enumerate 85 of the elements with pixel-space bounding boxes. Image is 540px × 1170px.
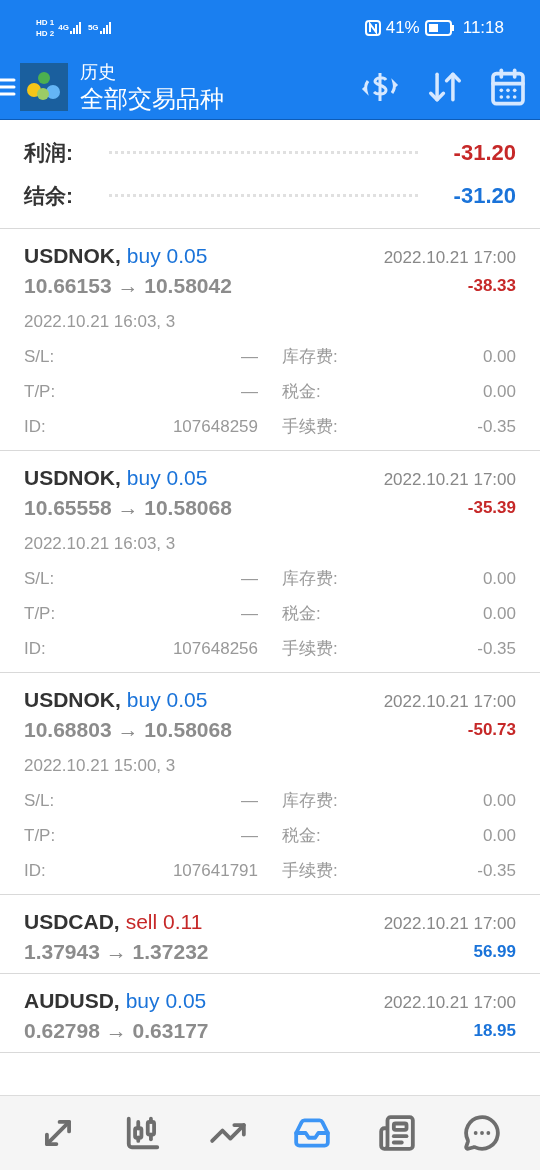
detail-value: 107648259 — [172, 415, 258, 438]
chat-tab-icon[interactable] — [462, 1114, 501, 1152]
detail-label: T/P: — [24, 602, 56, 625]
trade-volume: buy 0.05 — [126, 687, 208, 713]
sim-label: HD 1 — [36, 17, 55, 27]
detail-value: — — [241, 567, 258, 590]
detail-label: T/P: — [24, 380, 56, 403]
detail-label: 手续费: — [282, 637, 338, 660]
detail-label: 手续费: — [282, 859, 338, 882]
detail-value: 0.00 — [482, 602, 516, 625]
symbol: USDNOK, — [24, 465, 121, 491]
detail-label: S/L: — [24, 789, 55, 812]
symbol: USDNOK, — [24, 243, 121, 269]
sim-label: HD 2 — [36, 28, 55, 38]
detail-value: -0.35 — [477, 637, 516, 660]
network-label: 4G — [58, 21, 69, 34]
detail-value: 107641791 — [172, 859, 258, 882]
detail-label: S/L: — [24, 345, 55, 368]
detail-label: 库存费: — [282, 789, 338, 812]
detail-value: -0.35 — [477, 859, 516, 882]
screen-subtitle: 全部交易品种 — [80, 84, 225, 114]
profit-value: -38.33 — [467, 275, 516, 297]
signal-icon — [69, 21, 84, 34]
close-time: 2022.10.21 17:00 — [383, 469, 516, 491]
detail-label: 手续费: — [282, 415, 338, 438]
summary-value: -31.20 — [453, 182, 516, 210]
battery-icon — [424, 19, 455, 36]
summary-label: 结余: — [24, 182, 73, 209]
signal-icon — [99, 21, 114, 34]
detail-value: 0.00 — [482, 345, 516, 368]
close-time: 2022.10.21 17:00 — [383, 913, 516, 935]
battery-percent: 41% — [385, 16, 420, 39]
detail-value: -0.35 — [477, 415, 516, 438]
detail-label: 税金: — [282, 824, 321, 847]
trade-volume: buy 0.05 — [125, 988, 207, 1014]
quotes-tab-icon[interactable] — [124, 1114, 162, 1152]
trade-volume: buy 0.05 — [126, 243, 208, 269]
detail-label: ID: — [24, 415, 46, 438]
profit-value: 56.99 — [473, 941, 516, 963]
close-time: 2022.10.21 17:00 — [383, 992, 516, 1014]
summary-label: 利润: — [24, 139, 73, 166]
detail-value: 0.00 — [482, 380, 516, 403]
price-range: 1.37943 → 1.37232 — [24, 939, 209, 965]
close-time: 2022.10.21 17:00 — [383, 247, 516, 269]
nfc-icon — [364, 19, 381, 36]
price-range: 0.62798 → 0.63177 — [24, 1018, 209, 1044]
detail-value: 107648256 — [172, 637, 258, 660]
trade-volume: sell 0.11 — [125, 909, 203, 935]
summary-value: -31.20 — [453, 139, 516, 167]
detail-label: T/P: — [24, 824, 56, 847]
detail-value: — — [241, 380, 258, 403]
profit-value: -35.39 — [467, 497, 516, 519]
open-time: 2022.10.21 16:03, 3 — [24, 311, 177, 333]
price-range: 10.66153 → 10.58042 — [24, 273, 232, 299]
price-range: 10.65558 → 10.58068 — [24, 495, 232, 521]
price-range: 10.68803 → 10.58068 — [24, 717, 232, 743]
calendar-icon[interactable] — [488, 67, 528, 107]
detail-value: 0.00 — [482, 824, 516, 847]
detail-label: 库存费: — [282, 345, 338, 368]
trade-volume: buy 0.05 — [126, 465, 208, 491]
detail-value: — — [241, 602, 258, 625]
detail-value: — — [241, 345, 258, 368]
detail-label: 税金: — [282, 602, 321, 625]
open-time: 2022.10.21 16:03, 3 — [24, 533, 177, 555]
profit-value: 18.95 — [473, 1020, 516, 1042]
clock: 11:18 — [462, 16, 504, 39]
screen-title: 历史 — [80, 61, 117, 84]
detail-value: — — [241, 789, 258, 812]
close-time: 2022.10.21 17:00 — [383, 691, 516, 713]
detail-label: ID: — [24, 637, 46, 660]
network-label: 5G — [87, 21, 99, 34]
detail-value: 0.00 — [482, 567, 516, 590]
detail-label: ID: — [24, 859, 46, 882]
app-logo-icon — [20, 63, 68, 111]
detail-label: S/L: — [24, 567, 55, 590]
symbol: USDCAD, — [24, 909, 120, 935]
open-time: 2022.10.21 15:00, 3 — [24, 755, 177, 777]
symbol: USDNOK, — [24, 687, 121, 713]
detail-value: — — [241, 824, 258, 847]
profit-value: -50.73 — [467, 719, 516, 741]
detail-label: 税金: — [282, 380, 321, 403]
symbol: AUDUSD, — [24, 988, 120, 1014]
news-tab-icon[interactable] — [377, 1114, 416, 1152]
detail-label: 库存费: — [282, 567, 338, 590]
detail-value: 0.00 — [482, 789, 516, 812]
